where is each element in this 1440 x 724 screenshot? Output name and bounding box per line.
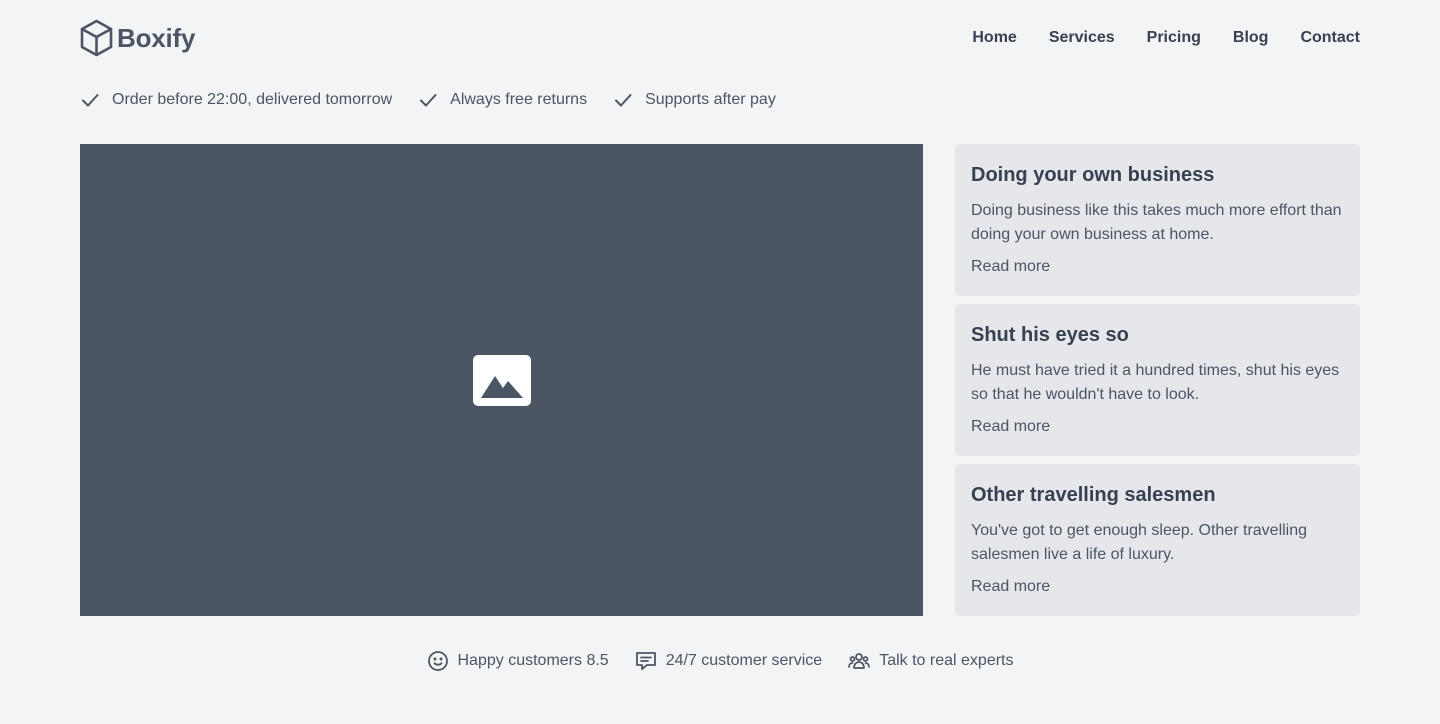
- brand-name: Boxify: [117, 22, 196, 53]
- card-title: Shut his eyes so: [971, 324, 1129, 346]
- nav-contact[interactable]: Contact: [1300, 29, 1360, 47]
- chat-icon: [635, 652, 656, 670]
- usp-label: Always free returns: [450, 91, 588, 108]
- check-icon: [420, 94, 437, 107]
- feature-item: 24/7 customer service: [635, 650, 823, 672]
- card-text: Doing business like this takes much more…: [971, 202, 1342, 243]
- feature-label: Talk to real experts: [879, 652, 1014, 669]
- article-cards: Doing your own business Doing business l…: [955, 144, 1360, 616]
- hero-image: [80, 144, 923, 616]
- check-icon: [82, 94, 99, 107]
- usp-item: Order before 22:00, delivered tomorrow: [80, 90, 392, 110]
- feature-bar: Happy customers 8.5 24/7 customer servic…: [0, 648, 1440, 674]
- usp-bar: Order before 22:00, delivered tomorrow A…: [80, 88, 776, 112]
- feature-label: Happy customers 8.5: [457, 652, 609, 669]
- usp-label: Supports after pay: [645, 91, 776, 108]
- usp-label: Order before 22:00, delivered tomorrow: [112, 91, 393, 108]
- cube-icon: [80, 19, 113, 57]
- main-nav: Home Services Pricing Blog Contact: [972, 29, 1360, 47]
- page: Boxify Home Services Pricing Blog Contac…: [0, 0, 1440, 724]
- article-card: Other travelling salesmen You've got to …: [955, 464, 1360, 616]
- site-header: Boxify Home Services Pricing Blog Contac…: [80, 18, 1360, 58]
- card-text: You've got to get enough sleep. Other tr…: [971, 522, 1308, 563]
- card-text: He must have tried it a hundred times, s…: [971, 362, 1340, 403]
- feature-item: Talk to real experts: [848, 650, 1013, 672]
- nav-home[interactable]: Home: [972, 29, 1016, 47]
- read-more-link[interactable]: Read more: [971, 415, 1050, 439]
- read-more-link[interactable]: Read more: [971, 575, 1050, 599]
- users-icon: [848, 653, 871, 669]
- nav-blog[interactable]: Blog: [1233, 29, 1269, 47]
- feature-label: 24/7 customer service: [665, 652, 823, 669]
- feature-item: Happy customers 8.5: [427, 650, 609, 672]
- article-card: Doing your own business Doing business l…: [955, 144, 1360, 296]
- read-more-link[interactable]: Read more: [971, 255, 1050, 279]
- image-placeholder-icon: [472, 354, 531, 406]
- nav-services[interactable]: Services: [1049, 29, 1115, 47]
- smiley-icon: [427, 651, 448, 671]
- brand-logo-link[interactable]: Boxify: [80, 19, 195, 57]
- usp-item: Always free returns: [418, 90, 587, 110]
- card-title: Doing your own business: [971, 164, 1215, 186]
- card-title: Other travelling salesmen: [971, 484, 1216, 506]
- usp-item: Supports after pay: [613, 90, 776, 110]
- article-card: Shut his eyes so He must have tried it a…: [955, 304, 1360, 456]
- nav-pricing[interactable]: Pricing: [1147, 29, 1201, 47]
- check-icon: [615, 94, 632, 107]
